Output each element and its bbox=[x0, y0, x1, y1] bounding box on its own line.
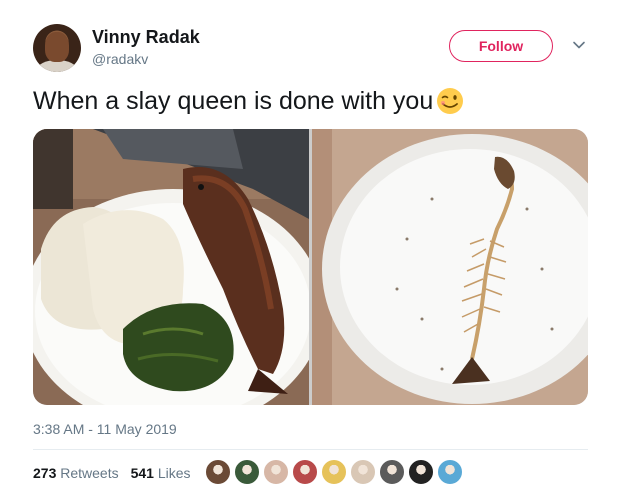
divider bbox=[33, 449, 588, 450]
author-handle[interactable]: @radakv bbox=[92, 51, 148, 67]
avatar[interactable] bbox=[33, 24, 81, 72]
winking-face-icon bbox=[437, 88, 464, 114]
tweet-card: Vinny Radak @radakv Follow When a slay q… bbox=[0, 0, 624, 497]
liker-avatar[interactable] bbox=[350, 459, 376, 485]
tweet-text-content: When a slay queen is done with you bbox=[33, 86, 434, 115]
liker-avatar[interactable] bbox=[408, 459, 434, 485]
liker-avatar[interactable] bbox=[437, 459, 463, 485]
follow-button[interactable]: Follow bbox=[449, 30, 553, 62]
author-name[interactable]: Vinny Radak bbox=[92, 27, 200, 48]
photo-fish-meal[interactable] bbox=[33, 129, 309, 405]
tweet-text: When a slay queen is done with you bbox=[33, 86, 465, 116]
media-gallery[interactable] bbox=[33, 129, 588, 405]
likes-label: Likes bbox=[157, 465, 191, 481]
photo-fish-meal-image bbox=[33, 129, 309, 405]
liker-avatars bbox=[205, 459, 463, 485]
likes-count: 541 bbox=[130, 465, 154, 481]
engagement-stats: 273 Retweets 541 Likes bbox=[33, 465, 191, 481]
liker-avatar[interactable] bbox=[379, 459, 405, 485]
liker-avatar[interactable] bbox=[321, 459, 347, 485]
retweets-count: 273 bbox=[33, 465, 57, 481]
timestamp[interactable]: 3:38 AM - 11 May 2019 bbox=[33, 421, 177, 437]
liker-avatar[interactable] bbox=[263, 459, 289, 485]
photo-fish-skeleton[interactable] bbox=[312, 129, 588, 405]
retweets-stat[interactable]: 273 Retweets bbox=[33, 465, 119, 481]
likes-stat[interactable]: 541 Likes bbox=[131, 465, 191, 481]
liker-avatar[interactable] bbox=[234, 459, 260, 485]
photo-fish-skeleton-image bbox=[312, 129, 588, 405]
liker-avatar[interactable] bbox=[292, 459, 318, 485]
chevron-down-icon[interactable] bbox=[572, 38, 586, 52]
retweets-label: Retweets bbox=[60, 465, 119, 481]
liker-avatar[interactable] bbox=[205, 459, 231, 485]
